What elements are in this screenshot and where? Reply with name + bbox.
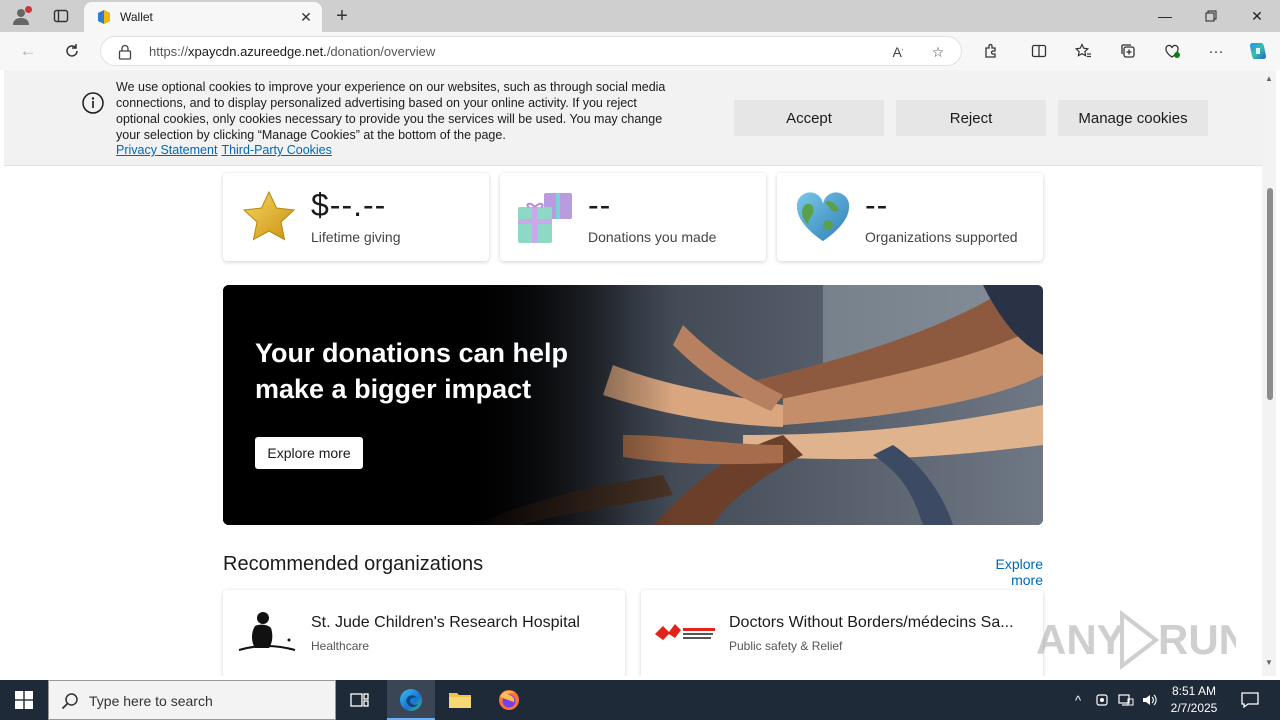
org-card-doctors-without-borders[interactable]: Doctors Without Borders/médecins Sa... P…	[641, 590, 1043, 676]
gift-icon	[518, 193, 572, 243]
refresh-button[interactable]	[58, 37, 86, 65]
taskbar-edge-button[interactable]	[387, 680, 435, 720]
browser-essentials-icon[interactable]	[1158, 37, 1186, 65]
star-icon	[242, 190, 296, 241]
taskbar-file-explorer-button[interactable]	[436, 680, 484, 720]
more-options-icon[interactable]: ···	[1202, 37, 1230, 65]
network-icon[interactable]	[1116, 680, 1136, 720]
stat-card-organizations: -- Organizations supported	[777, 173, 1043, 261]
new-tab-button[interactable]: +	[330, 4, 354, 28]
globe-heart-icon	[796, 192, 850, 241]
hero-explore-more-button[interactable]: Explore more	[255, 437, 363, 469]
page-scrollbar[interactable]: ▲ ▼	[1262, 70, 1276, 676]
page-viewport: We use optional cookies to improve your …	[4, 70, 1276, 676]
cookie-text: We use optional cookies to improve your …	[116, 80, 666, 142]
st-jude-logo-icon	[238, 612, 296, 651]
url-text[interactable]: https://xpaycdn.azureedge.net./donation/…	[149, 44, 435, 59]
cookie-banner: We use optional cookies to improve your …	[4, 70, 1276, 166]
info-icon	[82, 92, 104, 114]
tab-wallet[interactable]: Wallet ✕	[84, 2, 322, 32]
profile-icon[interactable]	[8, 4, 34, 28]
explore-more-link[interactable]: Explore more	[962, 556, 1043, 588]
favorites-icon[interactable]	[1069, 37, 1097, 65]
collections-icon[interactable]	[1114, 37, 1142, 65]
extensions-icon[interactable]	[977, 37, 1005, 65]
svg-text:ANY: ANY	[1036, 616, 1125, 663]
firefox-icon	[499, 690, 519, 710]
browser-tab-bar: Wallet ✕ + — ✕	[0, 0, 1280, 32]
volume-icon[interactable]	[1140, 680, 1160, 720]
stat-card-lifetime-giving: $--.-- Lifetime giving	[223, 173, 489, 261]
copilot-icon[interactable]	[1244, 37, 1272, 65]
search-placeholder: Type here to search	[89, 693, 213, 709]
taskbar-firefox-button[interactable]	[485, 680, 533, 720]
stat-card-donations: -- Donations you made	[500, 173, 766, 261]
recommended-organizations-title: Recommended organizations	[223, 553, 484, 575]
windows-logo-icon	[15, 691, 33, 709]
taskbar-search-box[interactable]: Type here to search	[48, 680, 336, 720]
show-hidden-icons-icon[interactable]: ^	[1068, 680, 1088, 720]
lock-icon[interactable]	[118, 44, 132, 60]
clock-date: 2/7/2025	[1170, 701, 1218, 715]
security-tray-icon[interactable]	[1092, 680, 1112, 720]
scroll-thumb[interactable]	[1267, 188, 1273, 400]
org-category: Public safety & Relief	[729, 639, 843, 653]
tab-actions-icon[interactable]	[48, 4, 74, 28]
edge-icon	[400, 689, 422, 711]
restore-button[interactable]	[1188, 0, 1234, 32]
org-category: Healthcare	[311, 639, 370, 653]
taskbar-clock[interactable]: 8:51 AM 2/7/2025	[1160, 683, 1228, 717]
favorite-star-icon[interactable]: ☆	[927, 41, 949, 63]
folder-icon	[449, 693, 471, 708]
scroll-down-arrow-icon[interactable]: ▼	[1264, 658, 1274, 668]
address-bar[interactable]: https://xpaycdn.azureedge.net./donation/…	[100, 36, 962, 66]
cookie-links: Privacy Statement Third-Party Cookies	[116, 143, 336, 157]
manage-cookies-button[interactable]: Manage cookies	[1058, 100, 1208, 136]
split-screen-icon[interactable]	[1025, 37, 1053, 65]
organizations-value: --	[865, 187, 889, 223]
org-name: St. Jude Children's Research Hospital	[311, 614, 580, 631]
organizations-label: Organizations supported	[865, 229, 1018, 245]
close-window-button[interactable]: ✕	[1234, 0, 1280, 32]
task-view-button[interactable]	[336, 680, 384, 720]
task-view-icon	[350, 693, 369, 707]
minimize-button[interactable]: —	[1142, 0, 1188, 32]
donations-label: Donations you made	[588, 229, 717, 245]
svg-text:RUN: RUN	[1158, 616, 1236, 663]
start-button[interactable]	[0, 680, 48, 720]
msf-logo-icon	[655, 624, 715, 640]
lifetime-giving-label: Lifetime giving	[311, 229, 401, 245]
scroll-up-arrow-icon[interactable]: ▲	[1264, 74, 1274, 84]
accept-cookies-button[interactable]: Accept	[734, 100, 884, 136]
lifetime-giving-value: $--.--	[311, 187, 387, 223]
clock-time: 8:51 AM	[1171, 684, 1217, 698]
browser-toolbar: ← https://xpaycdn.azureedge.net./donatio…	[0, 32, 1280, 70]
notification-center-icon[interactable]	[1232, 680, 1268, 720]
org-name: Doctors Without Borders/médecins Sa...	[729, 614, 1014, 631]
org-card-st-jude[interactable]: St. Jude Children's Research Hospital He…	[223, 590, 625, 676]
read-aloud-icon[interactable]: Aʼ	[887, 41, 909, 63]
wallet-icon	[98, 10, 110, 24]
anyrun-watermark-logo: ANY RUN	[1036, 609, 1236, 671]
third-party-cookies-link[interactable]: Third-Party Cookies	[221, 143, 331, 157]
privacy-statement-link[interactable]: Privacy Statement	[116, 143, 217, 157]
hero-banner: Your donations can help make a bigger im…	[223, 285, 1043, 525]
back-button[interactable]: ←	[14, 37, 42, 65]
donations-value: --	[588, 187, 612, 223]
reject-cookies-button[interactable]: Reject	[896, 100, 1046, 136]
close-tab-icon[interactable]: ✕	[296, 7, 316, 27]
tab-title: Wallet	[120, 10, 153, 24]
hero-title: Your donations can help make a bigger im…	[255, 338, 569, 404]
search-icon	[61, 693, 78, 710]
windows-taskbar: Type here to search ^ 8:51 AM 2/7/2025	[0, 680, 1280, 720]
